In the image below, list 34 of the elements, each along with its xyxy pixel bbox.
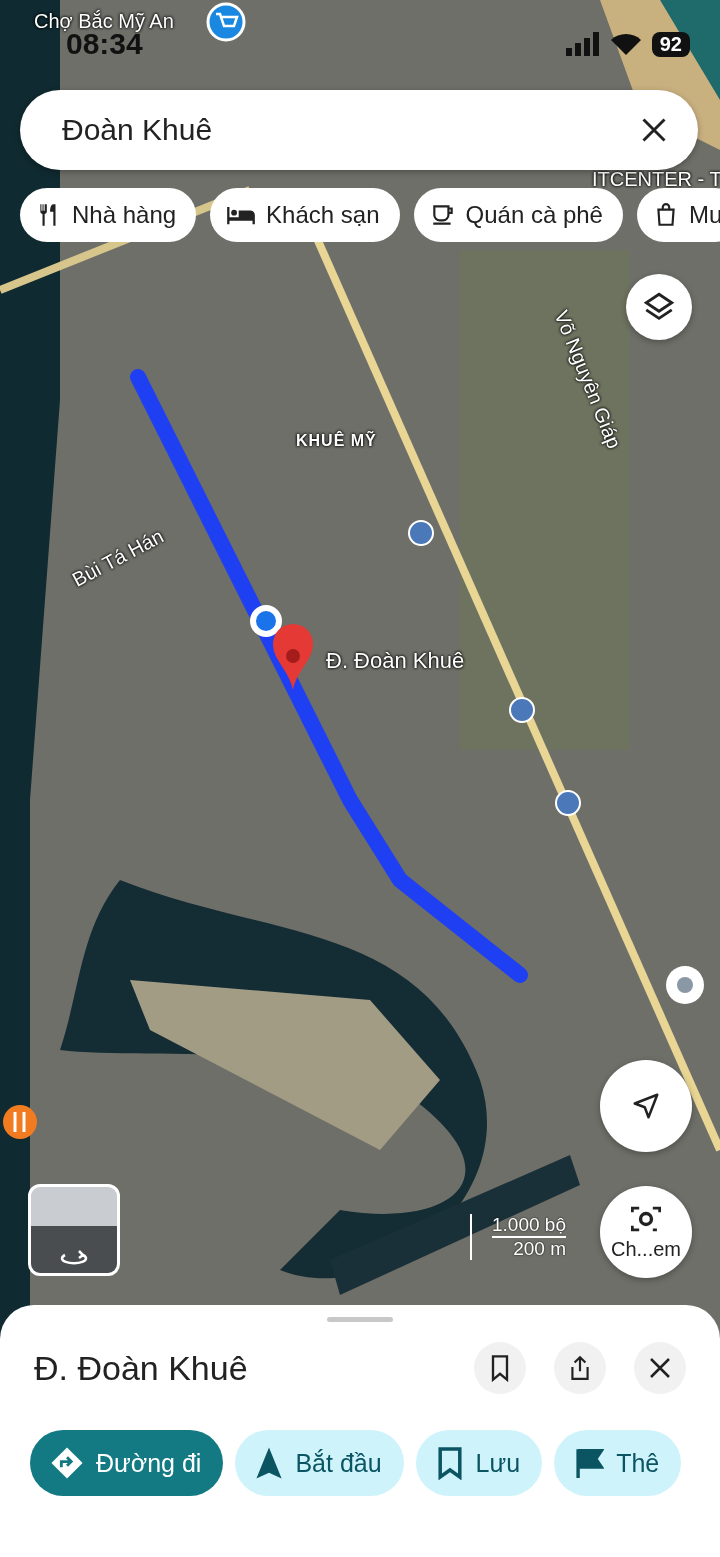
drag-handle[interactable] xyxy=(327,1317,393,1322)
close-button[interactable] xyxy=(634,1342,686,1394)
directions-icon xyxy=(50,1446,84,1480)
category-chip[interactable]: Mu xyxy=(636,188,720,242)
search-field[interactable]: Đoàn Khuê xyxy=(20,90,698,170)
shopping-cart-marker-icon xyxy=(206,2,246,42)
category-chip[interactable]: Quán cà phê xyxy=(413,188,623,242)
flag-icon xyxy=(574,1446,605,1480)
bookmark-button[interactable] xyxy=(474,1342,526,1394)
action-button[interactable]: Đường đi xyxy=(30,1430,224,1496)
navigation-arrow-icon xyxy=(631,1091,661,1121)
category-chip[interactable]: Khách sạn xyxy=(210,188,400,242)
bookmark-icon xyxy=(435,1446,464,1480)
map-scale: 1.000 bộ 200 m xyxy=(470,1214,566,1260)
wifi-icon xyxy=(609,32,642,56)
place-marker-icon xyxy=(666,966,704,1004)
action-button[interactable]: Bắt đầu xyxy=(235,1430,404,1496)
map-pin-icon xyxy=(273,624,313,690)
map-label: Bùi Tá Hán xyxy=(68,524,168,592)
signal-icon xyxy=(565,32,600,56)
pin-label: Đ. Đoàn Khuê xyxy=(326,648,465,674)
map-label: Võ Nguyên Giáp xyxy=(549,307,626,452)
action-button[interactable]: Lưu xyxy=(415,1430,543,1496)
place-title: Đ. Đoàn Khuê xyxy=(34,1348,249,1388)
close-icon[interactable] xyxy=(640,116,668,144)
action-button[interactable]: Thê xyxy=(554,1430,682,1496)
current-location-icon xyxy=(250,605,282,637)
search-input[interactable]: Đoàn Khuê xyxy=(60,112,640,148)
category-chip[interactable]: Nhà hàng xyxy=(20,188,197,242)
share-button[interactable] xyxy=(554,1342,606,1394)
street-view-thumbnail[interactable] xyxy=(28,1184,120,1276)
map-label: KHUÊ MỸ xyxy=(296,432,377,450)
close-icon xyxy=(648,1356,672,1380)
navigation-arrow-icon xyxy=(255,1446,284,1480)
